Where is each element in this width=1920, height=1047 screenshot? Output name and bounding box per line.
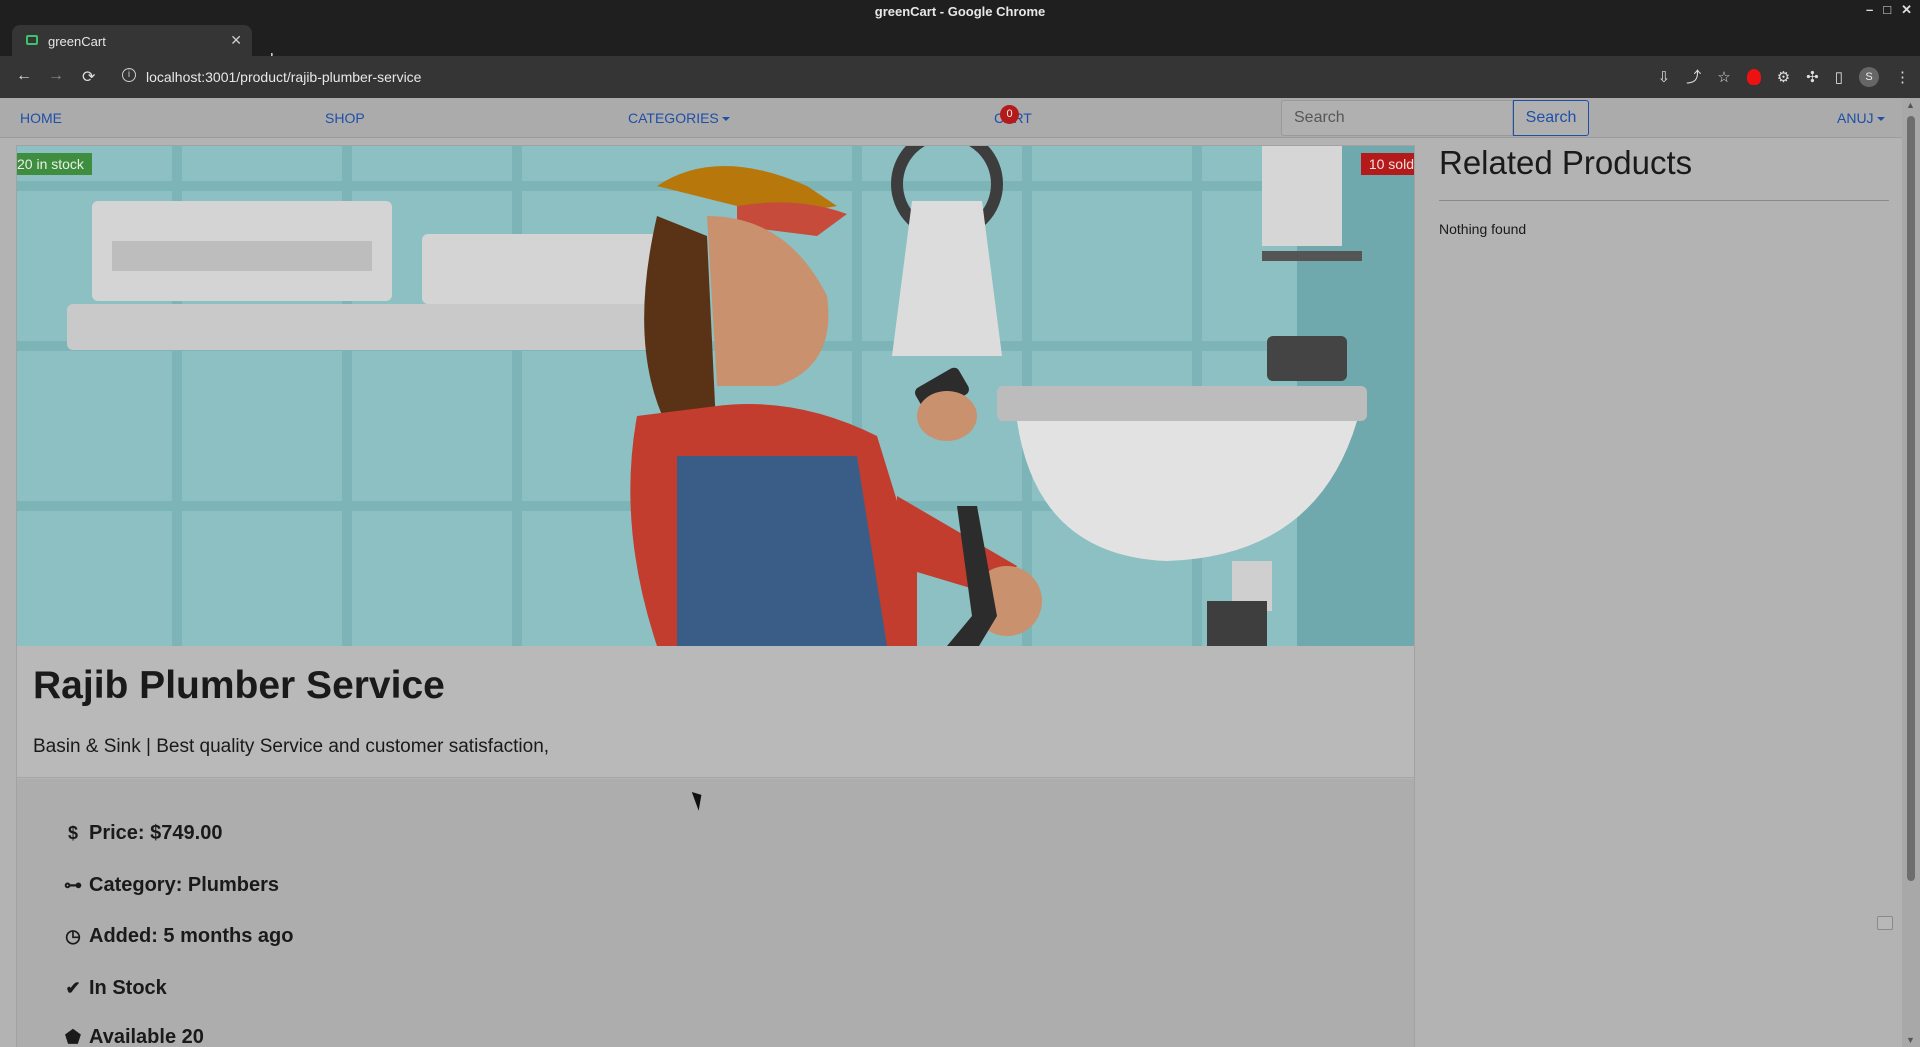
user-menu-dropdown[interactable]: ANUJ xyxy=(1837,110,1885,126)
window-controls: – □ ✕ xyxy=(1866,2,1912,18)
scroll-up-arrow-icon[interactable]: ▲ xyxy=(1906,100,1915,110)
detail-stock: ✔ In Stock xyxy=(63,977,167,1000)
floating-widget-icon[interactable] xyxy=(1877,916,1893,930)
detail-price: $ Price: $749.00 xyxy=(63,822,222,845)
maximize-button[interactable]: □ xyxy=(1883,2,1891,18)
tab-strip: greenCart ✕ + ⌄ xyxy=(0,22,1920,70)
clock-icon: ◷ xyxy=(65,926,81,946)
extensions-puzzle-icon[interactable]: ✣ xyxy=(1806,68,1819,86)
minimize-button[interactable]: – xyxy=(1866,2,1873,18)
dollar-icon: $ xyxy=(67,823,78,843)
tab-close-icon[interactable]: ✕ xyxy=(230,32,242,49)
close-window-button[interactable]: ✕ xyxy=(1901,2,1912,18)
box-icon: ⬟ xyxy=(65,1027,81,1047)
profile-avatar[interactable]: S xyxy=(1859,66,1879,87)
scrollbar-thumb[interactable] xyxy=(1907,116,1915,881)
related-divider xyxy=(1439,200,1889,201)
site-navbar: HOME SHOP CATEGORIES CART 0 Search ANUJ xyxy=(0,98,1902,138)
detail-available-text: Available 20 xyxy=(89,1026,204,1047)
caret-down-icon xyxy=(721,117,730,122)
product-image[interactable]: 20 in stock 10 sold xyxy=(17,146,1414,646)
caret-down-icon xyxy=(1876,117,1885,122)
address-bar[interactable]: i localhost:3001/product/rajib-plumber-s… xyxy=(116,62,1616,92)
install-icon[interactable]: ⇩ xyxy=(1658,68,1671,86)
side-panel-icon[interactable]: ▯ xyxy=(1835,68,1843,86)
search-input[interactable] xyxy=(1281,100,1513,136)
site-info-icon[interactable]: i xyxy=(122,68,136,82)
page-scrollbar[interactable]: ▲ ▼ xyxy=(1902,98,1920,1047)
related-title: Related Products xyxy=(1439,144,1693,181)
browser-toolbar: ← → ⟳ i localhost:3001/product/rajib-plu… xyxy=(0,56,1920,98)
extension-red-icon[interactable] xyxy=(1746,68,1761,85)
url-text[interactable]: localhost:3001/product/rajib-plumber-ser… xyxy=(146,69,421,85)
cart-favicon-icon xyxy=(26,35,38,45)
related-empty-text: Nothing found xyxy=(1439,221,1527,237)
product-details: $ Price: $749.00 ⊶ Category: Plumbers ◷ … xyxy=(17,779,1414,1047)
nav-home-link[interactable]: HOME xyxy=(20,110,62,126)
product-header: Rajib Plumber Service Basin & Sink | Bes… xyxy=(17,646,1414,778)
scroll-down-arrow-icon[interactable]: ▼ xyxy=(1906,1035,1915,1045)
page-viewport: HOME SHOP CATEGORIES CART 0 Search ANUJ xyxy=(0,98,1902,1047)
forward-button[interactable]: → xyxy=(48,67,64,85)
user-name: ANUJ xyxy=(1837,110,1874,126)
nav-categories-label: CATEGORIES xyxy=(628,110,719,126)
detail-added-text: Added: 5 months ago xyxy=(89,925,294,947)
cart-count-badge: 0 xyxy=(1000,105,1019,124)
nav-shop-link[interactable]: SHOP xyxy=(325,110,365,126)
detail-stock-text: In Stock xyxy=(89,977,167,999)
category-icon: ⊶ xyxy=(64,875,82,895)
plumber-illustration xyxy=(17,146,1414,646)
search-button[interactable]: Search xyxy=(1513,100,1589,136)
detail-available: ⬟ Available 20 xyxy=(63,1026,204,1047)
detail-category: ⊶ Category: Plumbers xyxy=(63,874,279,897)
bookmark-star-icon[interactable]: ☆ xyxy=(1717,68,1730,86)
product-description: Basin & Sink | Best quality Service and … xyxy=(33,736,550,757)
product-title: Rajib Plumber Service xyxy=(33,664,445,707)
share-icon[interactable]: ⤴ xyxy=(1686,66,1701,87)
chrome-menu-icon[interactable]: ⋮ xyxy=(1895,68,1910,86)
related-products: Related Products Nothing found xyxy=(1439,144,1889,237)
tab-title: greenCart xyxy=(48,34,106,49)
detail-added: ◷ Added: 5 months ago xyxy=(63,925,293,948)
browser-tab[interactable]: greenCart ✕ xyxy=(12,25,252,56)
product-card: 20 in stock 10 sold Rajib Plumber Servic… xyxy=(16,145,1415,1047)
detail-price-text: Price: $749.00 xyxy=(89,822,223,844)
window-title: greenCart - Google Chrome xyxy=(874,4,1046,19)
nav-categories-dropdown[interactable]: CATEGORIES xyxy=(628,110,730,126)
window-titlebar: greenCart - Google Chrome – □ ✕ xyxy=(0,0,1920,22)
back-button[interactable]: ← xyxy=(16,67,32,85)
extension-gear-icon[interactable]: ⚙ xyxy=(1777,68,1790,86)
reload-button[interactable]: ⟳ xyxy=(82,67,95,87)
detail-category-text: Category: Plumbers xyxy=(89,874,280,896)
sold-badge: 10 sold xyxy=(1360,153,1414,175)
toolbar-icons: ⇩ ⤴ ☆ ⚙ ✣ ▯ S ⋮ xyxy=(1658,66,1910,87)
check-icon: ✔ xyxy=(65,978,81,998)
stock-badge: 20 in stock xyxy=(17,153,92,175)
